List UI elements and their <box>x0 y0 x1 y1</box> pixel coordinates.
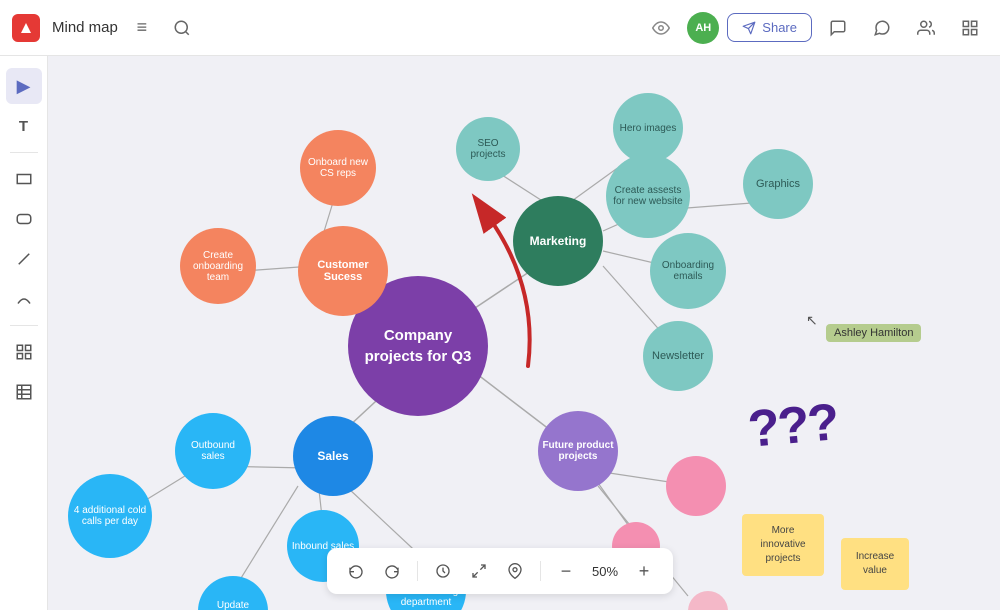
tool-text[interactable]: T <box>6 108 42 144</box>
onboarding-emails-label: Onboarding emails <box>650 256 726 286</box>
search-button[interactable] <box>166 12 198 44</box>
tool-rect[interactable] <box>6 161 42 197</box>
node-cold-calls[interactable]: 4 additional cold calls per day <box>68 474 152 558</box>
create-onboarding-label: Create onboarding team <box>180 246 256 287</box>
cold-calls-label: 4 additional cold calls per day <box>68 501 152 531</box>
future-products-label: Future product projects <box>538 436 618 466</box>
avatar[interactable]: AH <box>687 12 719 44</box>
node-marketing[interactable]: Marketing <box>513 196 603 286</box>
onboard-cs-reps-label: Onboard new CS reps <box>300 153 376 183</box>
toolbar-divider <box>10 152 38 153</box>
create-assets-label: Create assests for new website <box>606 179 690 213</box>
tool-grid[interactable] <box>6 334 42 370</box>
cursor-label: Ashley Hamilton <box>826 324 921 342</box>
center-node-label: Company projects for Q3 <box>348 317 488 375</box>
customer-success-label: Customer Sucess <box>298 253 388 289</box>
header: Mind map ≡ AH Share <box>0 0 1000 56</box>
toolbar-divider <box>417 561 418 581</box>
redo-button[interactable] <box>377 556 407 586</box>
node-sales[interactable]: Sales <box>293 416 373 496</box>
pages-icon[interactable] <box>952 10 988 46</box>
node-pink-1[interactable] <box>666 456 726 516</box>
node-outbound-sales[interactable]: Outbound sales <box>175 413 251 489</box>
cursor-user-name: Ashley Hamilton <box>834 327 913 339</box>
sticky-increase-value[interactable]: Increase value <box>841 538 909 590</box>
zoom-level: 50% <box>587 564 623 579</box>
zoom-in-button[interactable]: + <box>629 556 659 586</box>
tool-table[interactable] <box>6 374 42 410</box>
view-icon[interactable] <box>643 10 679 46</box>
seo-projects-label: SEO projects <box>456 134 520 164</box>
node-create-onboarding[interactable]: Create onboarding team <box>180 228 256 304</box>
tool-connector[interactable] <box>6 281 42 317</box>
tool-rounded-rect[interactable] <box>6 201 42 237</box>
update-salesforce-label: Update salesforce <box>198 596 268 610</box>
sales-label: Sales <box>317 449 348 463</box>
hero-images-label: Hero images <box>616 119 681 138</box>
canvas[interactable]: Company projects for Q3 Marketing Sales … <box>48 56 1000 610</box>
share-button[interactable]: Share <box>727 13 812 42</box>
menu-icon[interactable]: ≡ <box>126 12 158 44</box>
share-label: Share <box>762 20 797 35</box>
node-customer-success[interactable]: Customer Sucess <box>298 226 388 316</box>
bottom-toolbar: − 50% + <box>327 548 673 594</box>
node-onboard-cs-reps[interactable]: Onboard new CS reps <box>300 130 376 206</box>
node-pink-3[interactable] <box>688 591 728 610</box>
zoom-out-button[interactable]: − <box>551 556 581 586</box>
fit-button[interactable] <box>464 556 494 586</box>
tool-select[interactable]: ▶ <box>6 68 42 104</box>
undo-button[interactable] <box>341 556 371 586</box>
cursor-arrow-icon: ↖ <box>806 312 818 329</box>
node-hero-images[interactable]: Hero images <box>613 93 683 163</box>
people-icon[interactable] <box>908 10 944 46</box>
question-marks: ??? <box>746 392 840 460</box>
left-toolbar: ▶ T <box>0 56 48 610</box>
app-logo <box>12 14 40 42</box>
location-button[interactable] <box>500 556 530 586</box>
node-newsletter[interactable]: Newsletter <box>643 321 713 391</box>
node-create-assets[interactable]: Create assests for new website <box>606 154 690 238</box>
node-seo-projects[interactable]: SEO projects <box>456 117 520 181</box>
node-onboarding-emails[interactable]: Onboarding emails <box>650 233 726 309</box>
node-future-products[interactable]: Future product projects <box>538 411 618 491</box>
header-right: AH Share <box>643 10 988 46</box>
sticky-more-innovative[interactable]: More innovative projects <box>742 514 824 576</box>
app-title: Mind map <box>52 19 118 36</box>
node-graphics[interactable]: Graphics <box>743 149 813 219</box>
marketing-label: Marketing <box>530 234 587 248</box>
toolbar-divider-2 <box>540 561 541 581</box>
node-update-salesforce[interactable]: Update salesforce <box>198 576 268 610</box>
graphics-label: Graphics <box>756 178 800 190</box>
tool-line[interactable] <box>6 241 42 277</box>
newsletter-label: Newsletter <box>652 350 704 362</box>
comment-icon[interactable] <box>820 10 856 46</box>
history-button[interactable] <box>428 556 458 586</box>
outbound-sales-label: Outbound sales <box>175 436 251 466</box>
chat-icon[interactable] <box>864 10 900 46</box>
toolbar-divider-2 <box>10 325 38 326</box>
